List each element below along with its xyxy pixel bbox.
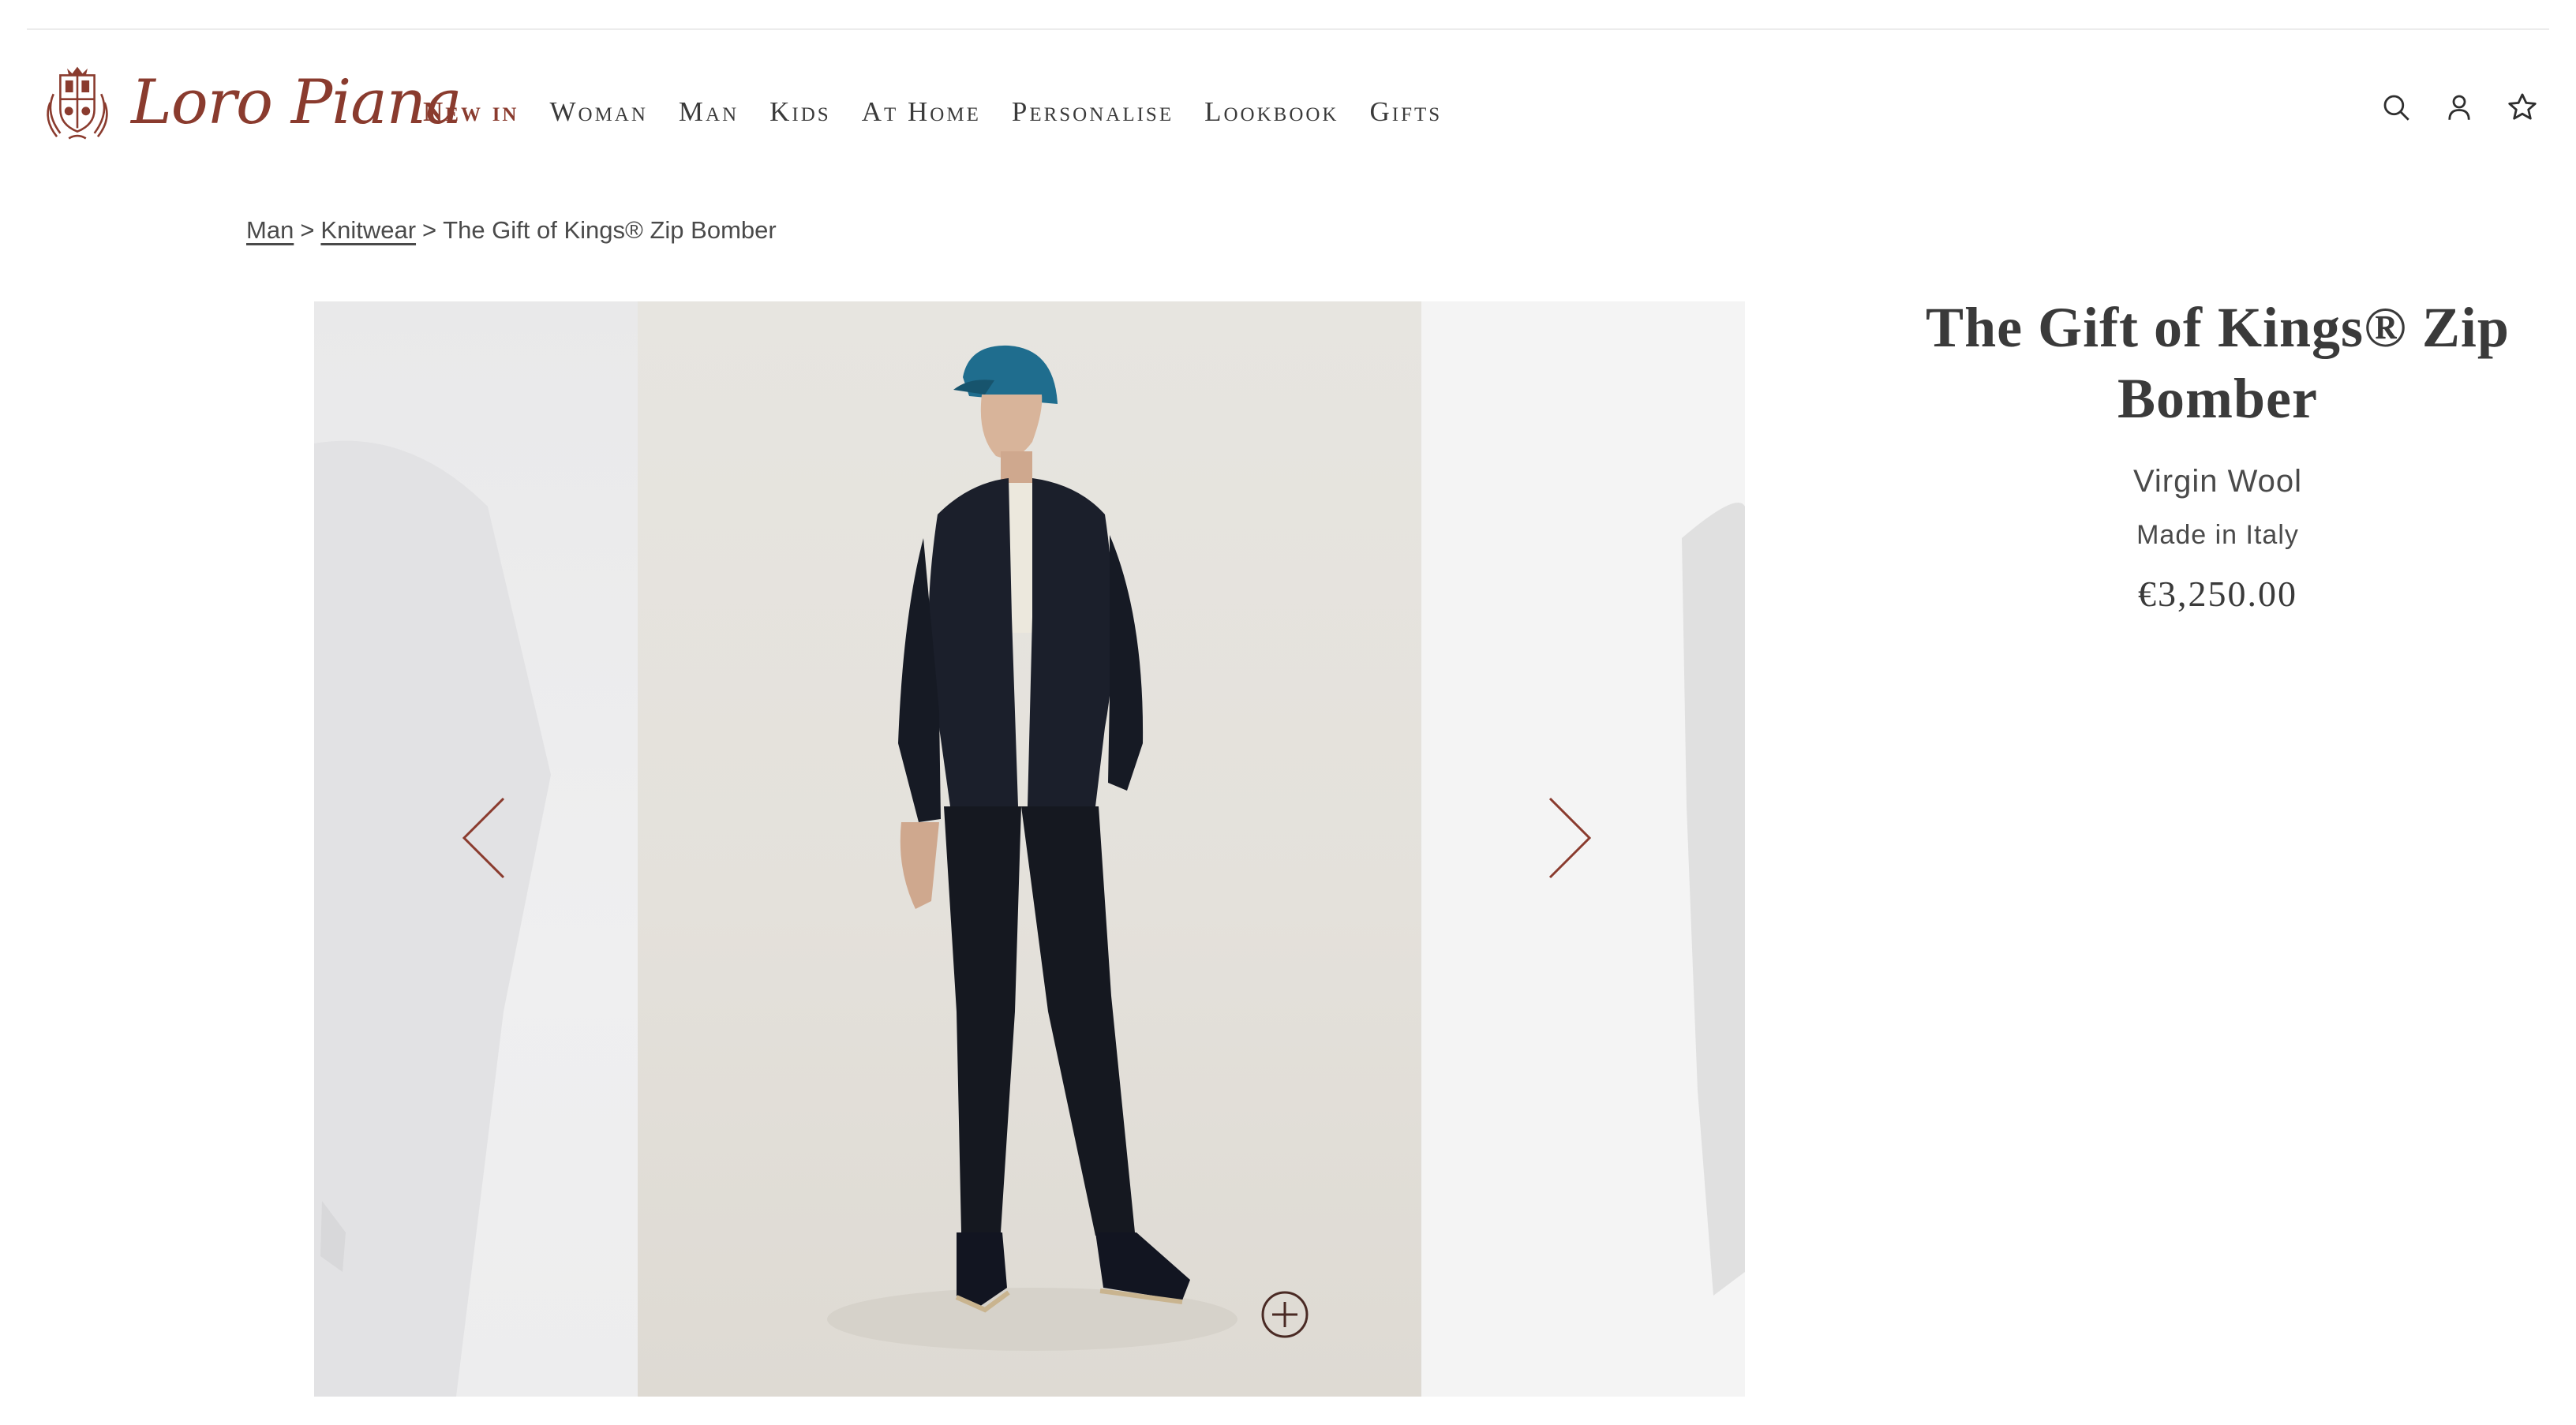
breadcrumb-current: The Gift of Kings® Zip Bomber bbox=[443, 216, 777, 244]
crest-icon bbox=[47, 66, 108, 140]
chevron-right-icon bbox=[1548, 797, 1592, 879]
search-button[interactable] bbox=[2374, 85, 2418, 129]
brand-name: Loro Piana bbox=[131, 67, 462, 138]
main-nav: New in Woman Man Kids At Home Personalis… bbox=[423, 95, 1473, 129]
model-photo bbox=[827, 345, 1237, 1351]
gallery-main-image[interactable] bbox=[638, 301, 1421, 1397]
nav-item-personalise[interactable]: Personalise bbox=[1012, 96, 1174, 128]
product-price: €3,250.00 bbox=[2138, 574, 2297, 614]
product-gallery bbox=[314, 301, 1745, 1397]
nav-item-new-in[interactable]: New in bbox=[423, 96, 519, 128]
search-icon bbox=[2383, 95, 2409, 121]
breadcrumb-link-man[interactable]: Man bbox=[246, 216, 294, 245]
nav-item-at-home[interactable]: At Home bbox=[862, 96, 981, 128]
product-origin: Made in Italy bbox=[2136, 520, 2299, 550]
gallery-prev-button[interactable] bbox=[456, 791, 511, 885]
product-title: The Gift of Kings® Zip Bomber bbox=[1926, 296, 2510, 430]
breadcrumb-link-knitwear[interactable]: Knitwear bbox=[320, 216, 416, 245]
wishlist-star-icon bbox=[2508, 93, 2537, 120]
site-header: Loro Piana New in Woman Man Kids At Home… bbox=[0, 55, 2576, 166]
breadcrumb: Man > Knitwear > The Gift of Kings® Zip … bbox=[246, 216, 777, 245]
nav-item-gifts[interactable]: Gifts bbox=[1370, 96, 1443, 128]
header-actions bbox=[2355, 85, 2544, 129]
gallery-next-button[interactable] bbox=[1542, 791, 1597, 885]
breadcrumb-separator: > bbox=[422, 216, 437, 244]
nav-item-lookbook[interactable]: Lookbook bbox=[1204, 96, 1339, 128]
wishlist-button[interactable] bbox=[2500, 85, 2544, 129]
top-divider bbox=[27, 28, 2549, 30]
zoom-button[interactable] bbox=[1260, 1289, 1310, 1340]
brand-logo[interactable]: Loro Piana bbox=[35, 58, 462, 147]
account-icon bbox=[2448, 95, 2470, 120]
nav-item-man[interactable]: Man bbox=[679, 96, 739, 128]
product-material: Virgin Wool bbox=[2132, 464, 2303, 499]
chevron-left-icon bbox=[462, 797, 505, 879]
nav-item-kids[interactable]: Kids bbox=[769, 96, 831, 128]
breadcrumb-separator: > bbox=[300, 216, 315, 244]
account-button[interactable] bbox=[2437, 85, 2481, 129]
plus-circle-icon bbox=[1261, 1291, 1309, 1338]
product-info: The Gift of Kings® Zip Bomber Virgin Woo… bbox=[1878, 292, 2557, 615]
nav-item-woman[interactable]: Woman bbox=[549, 96, 647, 128]
